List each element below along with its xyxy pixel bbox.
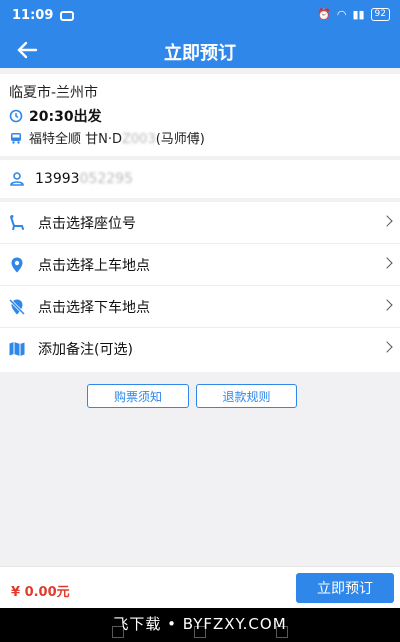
bottom-bar: ¥ 0.00元 立即预订 — [0, 566, 400, 608]
route-text: 临夏市-兰州市 — [9, 85, 99, 101]
select-pickup-row[interactable]: 点击选择上车地点 — [0, 244, 400, 286]
watermark: 飞下载 • BYFZXY.COM — [113, 615, 287, 633]
select-dropoff-row[interactable]: 点击选择下车地点 — [0, 286, 400, 328]
chevron-right-icon — [381, 215, 393, 227]
chevron-right-icon — [381, 257, 393, 269]
alarm-icon: ⏰ — [317, 8, 331, 21]
select-seat-row[interactable]: 点击选择座位号 — [0, 202, 400, 244]
car-plate-masked: Z003 — [122, 132, 156, 147]
system-nav-bar: 飞下载 • BYFZXY.COM — [0, 608, 400, 642]
location-off-icon — [8, 298, 26, 315]
status-time: 11:09 — [12, 8, 54, 23]
clock-icon — [9, 109, 23, 123]
location-pin-icon — [11, 257, 23, 272]
depart-time: 20:30出发 — [29, 109, 102, 125]
chevron-right-icon — [381, 341, 393, 353]
add-remark-label: 添加备注(可选) — [38, 342, 133, 358]
add-remark-row[interactable]: 添加备注(可选) — [0, 328, 400, 370]
phone-masked: 052295 — [79, 171, 133, 187]
ticket-notice-button[interactable]: 购票须知 — [87, 384, 189, 408]
chevron-right-icon — [381, 299, 393, 311]
car-row: 福特全顺 甘N·DZ003(马师傅) — [9, 128, 205, 147]
person-icon — [10, 172, 24, 186]
map-icon — [9, 342, 25, 356]
phone-number: 13993 — [35, 171, 80, 187]
wifi-icon: ◠ — [336, 8, 347, 21]
select-pickup-label: 点击选择上车地点 — [38, 257, 150, 274]
booking-options: 点击选择座位号 点击选择上车地点 点击选择下车地点 添加备注(可选) — [0, 202, 400, 372]
app-header: 立即预订 — [0, 32, 400, 68]
bus-icon — [11, 132, 21, 144]
book-now-button[interactable]: 立即预订 — [296, 573, 394, 603]
select-dropoff-label: 点击选择下车地点 — [38, 299, 150, 316]
seat-icon — [10, 214, 24, 230]
driver-name: (马师傅) — [155, 132, 205, 147]
car-model: 福特全顺 甘N·D — [29, 132, 122, 147]
signal-icon: ▮▮ — [352, 8, 365, 21]
total-price: ¥ 0.00元 — [11, 585, 70, 600]
notification-icon — [60, 11, 74, 21]
battery-icon: 92 — [370, 8, 390, 21]
status-bar: 11:09 ⏰ ◠ ▮▮ 92 — [0, 0, 400, 32]
page-title: 立即预订 — [164, 43, 236, 64]
passenger-phone-row[interactable]: 13993052295 — [0, 160, 400, 198]
depart-row: 20:30出发 — [9, 106, 102, 126]
select-seat-label: 点击选择座位号 — [38, 215, 136, 232]
trip-card: 临夏市-兰州市 20:30出发 福特全顺 甘N·DZ003(马师傅) — [0, 74, 400, 156]
status-icons: ⏰ ◠ ▮▮ 92 — [317, 8, 390, 21]
refund-rules-button[interactable]: 退款规则 — [196, 384, 297, 408]
